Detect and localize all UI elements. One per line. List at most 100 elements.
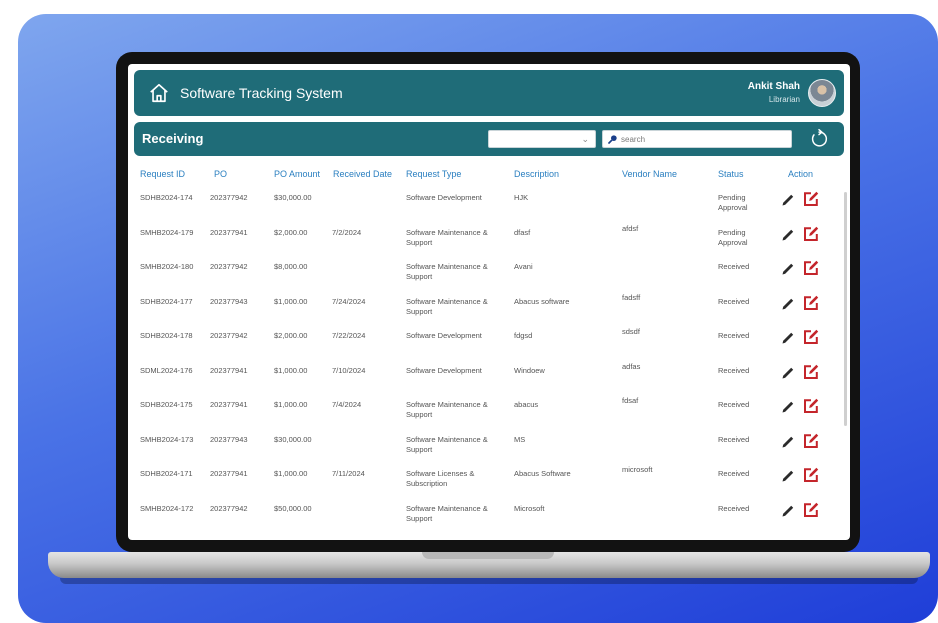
cell-description: Abacus software (514, 296, 570, 306)
laptop-shadow (60, 578, 918, 584)
col-received-date[interactable]: Received Date (333, 169, 392, 179)
app-screen: Software Tracking System Ankit Shah Libr… (128, 64, 850, 540)
pencil-icon[interactable] (780, 434, 796, 450)
pencil-icon[interactable] (780, 192, 796, 208)
cell-po: 202377943 (210, 296, 248, 306)
table-scrollbar[interactable] (844, 192, 847, 426)
cell-request-id: SDHB2024-178 (140, 331, 193, 340)
col-po[interactable]: PO (214, 169, 227, 179)
cell-request-type: Software Maintenance & Support (406, 227, 488, 247)
table-row[interactable]: SDHB2024-178 202377942 $2,000.00 7/22/2024 S… (128, 326, 844, 360)
edit-icon[interactable] (802, 225, 820, 243)
cell-request-type: Software Maintenance & Support (406, 503, 488, 523)
edit-icon[interactable] (802, 190, 820, 208)
cell-po-amount: $30,000.00 (274, 193, 312, 202)
refresh-icon[interactable] (808, 128, 830, 150)
cell-po: 202377941 (210, 469, 248, 478)
edit-icon[interactable] (802, 363, 820, 381)
pencil-icon[interactable] (780, 399, 796, 415)
cell-vendor-name: afdsf (622, 223, 639, 233)
pencil-icon[interactable] (780, 227, 796, 243)
col-status[interactable]: Status (718, 169, 744, 179)
cell-request-id: SDHB2024-177 (140, 296, 193, 306)
row-actions (780, 225, 826, 245)
row-actions (780, 466, 826, 486)
edit-icon[interactable] (802, 328, 820, 346)
row-actions (780, 259, 826, 279)
table-row[interactable]: SMHB2024-173 202377943 $30,000.00 Software … (128, 430, 844, 464)
cell-status: Received (718, 434, 750, 444)
cell-po: 202377942 (210, 262, 248, 271)
cell-vendor-name: fadsff (622, 292, 641, 302)
cell-request-id: SMHB2024-180 (140, 262, 194, 271)
edit-icon[interactable] (802, 501, 820, 519)
cell-po-amount: $1,000.00 (274, 400, 308, 409)
row-actions (780, 294, 826, 314)
row-actions (780, 397, 826, 417)
pencil-icon[interactable] (780, 330, 796, 346)
cell-description: Windoew (514, 365, 545, 375)
row-actions (780, 501, 826, 521)
table-body: SDHB2024-174 202377942 $30,000.00 Software … (128, 188, 850, 540)
chevron-down-icon: ⌄ (581, 134, 589, 144)
col-po-amount[interactable]: PO Amount (274, 169, 320, 179)
home-icon[interactable] (148, 82, 170, 104)
pencil-icon[interactable] (780, 296, 796, 312)
cell-vendor-name: microsoft (622, 465, 653, 474)
col-action: Action (788, 169, 814, 179)
table-row[interactable]: SDML2024-176 202377941 $1,000.00 7/10/2024 S… (128, 361, 844, 395)
table-row[interactable]: SMHB2024-180 202377942 $8,000.00 Software M… (128, 257, 844, 291)
cell-description: Abacus Software (514, 469, 571, 478)
cell-po-amount: $2,000.00 (274, 331, 308, 340)
col-vendor-name[interactable]: Vendor Name (622, 169, 677, 179)
pencil-icon[interactable] (780, 468, 796, 484)
cell-status: Received (718, 262, 750, 271)
table-row[interactable]: SMHB2024-172 202377942 $50,000.00 Software … (128, 499, 844, 533)
cell-po-amount: $1,000.00 (274, 365, 308, 375)
edit-icon[interactable] (802, 466, 820, 484)
cell-status: Received (718, 365, 750, 375)
table-row[interactable]: SDHB2024-175 202377941 $1,000.00 7/4/2024 So… (128, 395, 844, 429)
cell-po: 202377943 (210, 434, 248, 444)
edit-icon[interactable] (802, 294, 820, 312)
cell-po-amount: $30,000.00 (274, 434, 312, 444)
cell-received-date: 7/22/2024 (332, 331, 366, 340)
cell-description: Microsoft (514, 503, 545, 513)
row-actions (780, 432, 826, 452)
edit-icon[interactable] (802, 432, 820, 450)
cell-vendor-name: fdsaf (622, 396, 639, 405)
cell-po-amount: $1,000.00 (274, 469, 308, 478)
laptop-base (48, 552, 930, 578)
table-row[interactable]: SDHB2024-174 202377942 $30,000.00 Software … (128, 188, 844, 222)
cell-description: dfasf (514, 227, 531, 237)
cell-request-type: Software Development (406, 331, 482, 340)
search-input[interactable] (621, 132, 789, 146)
row-actions (780, 328, 826, 348)
cell-po-amount: $1,000.00 (274, 296, 308, 306)
edit-icon[interactable] (802, 259, 820, 277)
col-description[interactable]: Description (514, 169, 559, 179)
cell-description: MS (514, 434, 526, 444)
app-title: Software Tracking System (180, 85, 343, 101)
cell-status: Received (718, 296, 750, 306)
pencil-icon[interactable] (780, 261, 796, 277)
toolbar: Receiving ⌄ (134, 122, 844, 156)
pencil-icon[interactable] (780, 503, 796, 519)
search-box (602, 130, 792, 148)
table-row[interactable]: SMHB2024-179 202377941 $2,000.00 7/2/2024 So… (128, 223, 844, 257)
edit-icon[interactable] (802, 397, 820, 415)
cell-description: HJK (514, 193, 529, 202)
filter-dropdown[interactable]: ⌄ (488, 130, 596, 148)
pencil-icon[interactable] (780, 365, 796, 381)
col-request-type[interactable]: Request Type (406, 169, 461, 179)
cell-status: Received (718, 503, 750, 513)
cell-po: 202377942 (210, 503, 248, 513)
table-row[interactable]: SDHB2024-177 202377943 $1,000.00 7/24/2024 S… (128, 292, 844, 326)
cell-request-type: Software Maintenance & Support (406, 434, 488, 454)
avatar[interactable] (808, 79, 836, 107)
cell-status: Received (718, 469, 750, 478)
cell-vendor-name: sdsdf (622, 327, 640, 336)
col-request-id[interactable]: Request ID (140, 169, 185, 179)
table-row[interactable]: SDHB2024-171 202377941 $1,000.00 7/11/2024 S… (128, 464, 844, 498)
cell-status: Received (718, 331, 750, 340)
